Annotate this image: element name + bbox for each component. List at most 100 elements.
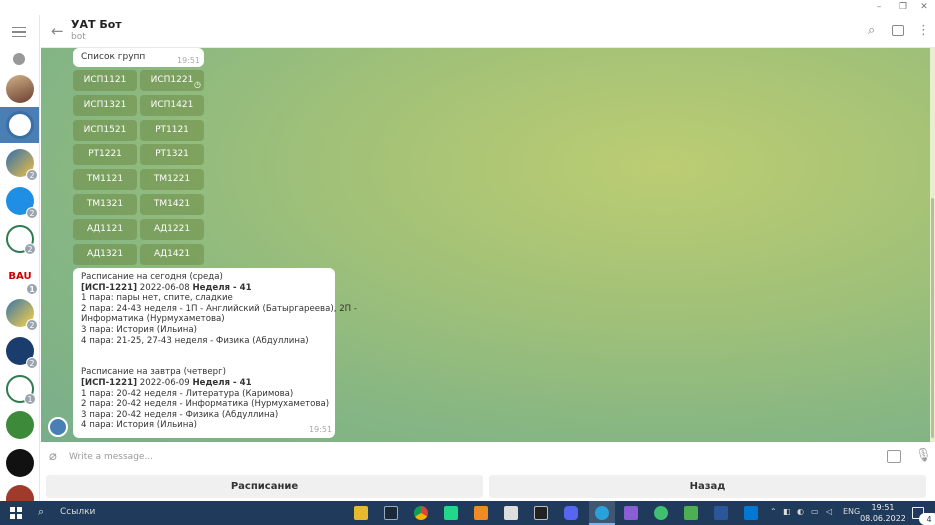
tray-icon[interactable]: ◧ (783, 507, 791, 516)
arrow-left-icon[interactable]: ← (51, 23, 64, 39)
language-indicator[interactable]: ENG (843, 507, 860, 516)
today-header: Расписание на сегодня (среда) (81, 272, 223, 282)
inline-keyboard-button[interactable]: ИСП1421 (140, 94, 204, 116)
back-reply-button[interactable]: Назад (489, 475, 926, 498)
unread-badge: 1 (24, 393, 36, 405)
inline-keyboard-button[interactable]: АД1321 (73, 243, 137, 265)
word-icon[interactable] (714, 506, 728, 520)
search-icon[interactable]: ⌕ (38, 505, 44, 519)
chat-avatar-7[interactable]: 2 (6, 299, 38, 331)
visual-studio-icon[interactable] (624, 506, 638, 520)
chat-avatar-5[interactable]: 2 (6, 225, 36, 255)
window-controls: – ❐ ✕ (0, 0, 935, 15)
lesson-line: 2 пара: 20-42 неделя - Информатика (Нурм… (81, 399, 330, 410)
microphone-icon[interactable]: 🎙 (915, 448, 932, 463)
inline-keyboard-button[interactable]: ТМ1321 (73, 194, 137, 215)
chevron-up-icon[interactable]: ⌃ (770, 507, 777, 516)
chat-avatar-10[interactable] (6, 411, 34, 439)
more-vertical-icon[interactable]: ⋮ (917, 23, 930, 39)
chat-avatar-12[interactable] (6, 485, 34, 501)
unread-badge: 2 (26, 319, 38, 331)
pycharm-icon[interactable] (444, 506, 458, 520)
message-input[interactable] (69, 448, 859, 466)
app-icon[interactable] (504, 506, 518, 520)
file-explorer-icon[interactable] (354, 506, 368, 520)
inline-keyboard-button[interactable]: ТМ1221 (140, 169, 204, 191)
unread-badge: 2 (24, 243, 36, 255)
chat-avatar-uat-bot[interactable] (6, 111, 34, 139)
chat-avatar-9[interactable]: 1 (6, 375, 36, 405)
app-icon-2[interactable] (684, 506, 698, 520)
tomorrow-header: Расписание на завтра (четверг) (81, 367, 226, 378)
group-list-message: Список групп 19:51 (73, 48, 204, 67)
group-code: [ИСП-1221] (81, 282, 138, 293)
message-composer: ⌀ 🎙 (41, 442, 935, 472)
windows-start-icon[interactable] (10, 507, 22, 519)
inline-keyboard-button[interactable]: ИСП1321 (73, 94, 137, 116)
schedule-reply-button[interactable]: Расписание (46, 475, 483, 498)
lesson-line: 3 пара: 20-42 неделя - Физика (Абдуллина… (81, 409, 279, 420)
network-icon[interactable]: ▭ (811, 507, 819, 516)
chat-avatar-3[interactable]: 2 (6, 149, 38, 181)
media-icon[interactable] (744, 506, 758, 520)
inline-keyboard-button[interactable]: ТМ1421 (140, 194, 204, 215)
sidebar-icon[interactable] (892, 25, 904, 36)
chat-messages-area: Список групп 19:51 ИСП1121 ИСП1221 ◷ ИСП132… (41, 48, 930, 442)
windows-taskbar: ⌕ Ссылки ⌃ ◧ ◐ ▭ ◁ ENG 19:51 08.06.2022 … (0, 501, 935, 525)
inline-keyboard-button[interactable]: АД1221 (140, 218, 204, 240)
chat-scrollbar[interactable] (930, 48, 935, 442)
inline-keyboard-button[interactable]: АД1421 (140, 243, 204, 265)
notifications-count: 4 (919, 513, 935, 525)
telegram-icon[interactable] (595, 506, 609, 520)
chat-avatar-8[interactable]: 2 (6, 337, 38, 369)
inline-keyboard-button[interactable]: ИСП1521 (73, 119, 137, 141)
volume-icon[interactable]: ◁ (826, 507, 832, 516)
chat-avatar-4[interactable]: 2 (6, 187, 38, 219)
chat-avatar-6[interactable]: BAU 1 (6, 263, 38, 295)
unread-badge: 2 (26, 357, 38, 369)
paperclip-icon[interactable]: ⌀ (49, 449, 57, 464)
chat-title[interactable]: УАТ Бот (71, 18, 122, 31)
sublime-icon[interactable] (474, 506, 488, 520)
bot-avatar[interactable] (48, 417, 68, 437)
taskbar-search[interactable]: Ссылки (60, 507, 95, 517)
terminal-icon[interactable] (534, 506, 548, 520)
app-green-icon[interactable] (654, 506, 668, 520)
chat-avatar-11[interactable] (6, 449, 34, 477)
lesson-line: 2 пара: 24-43 неделя - 1П - Английский (… (81, 303, 357, 314)
today-info: [ИСП-1221] 2022-06-08 Неделя - 41 (81, 283, 327, 294)
date: 2022-06-08 (137, 282, 193, 293)
scroll-thumb[interactable] (931, 198, 934, 438)
close-button[interactable]: ✕ (917, 1, 931, 14)
chat-avatar-1[interactable] (6, 75, 34, 103)
tray-icon[interactable]: ◐ (797, 507, 804, 516)
message-time: 19:51 (309, 425, 333, 434)
pending-clock-icon: ◷ (194, 80, 201, 89)
unread-badge: 2 (26, 169, 38, 181)
clock-date: 08.06.2022 (860, 514, 906, 523)
clock[interactable]: 19:51 08.06.2022 (860, 502, 906, 524)
discord-icon[interactable] (564, 506, 578, 520)
group-code: [ИСП-1221] (81, 377, 138, 388)
lesson-line: 1 пара: 20-42 неделя - Литература (Карим… (81, 388, 294, 399)
restore-button[interactable]: ❐ (896, 1, 910, 14)
message-text: Список групп (81, 52, 146, 62)
steam-icon[interactable] (384, 506, 398, 520)
keyboard-toggle-icon[interactable] (887, 450, 901, 463)
minimize-button[interactable]: – (872, 1, 886, 14)
inline-keyboard-button[interactable]: АД1121 (73, 218, 137, 240)
schedule-message: Расписание на сегодня (среда) [ИСП-1221]… (73, 268, 357, 438)
lesson-line: 3 пара: История (Ильина) (81, 324, 197, 335)
chrome-icon[interactable] (414, 506, 428, 520)
inline-keyboard-button[interactable]: ТМ1121 (73, 169, 137, 191)
inline-keyboard-button[interactable]: РТ1321 (140, 144, 204, 166)
archive-icon[interactable] (13, 53, 25, 65)
inline-keyboard-button[interactable]: ИСП1121 (73, 70, 137, 91)
chat-subtitle: bot (71, 32, 86, 42)
inline-keyboard-button[interactable]: РТ1221 (73, 144, 137, 166)
inline-keyboard-button[interactable]: РТ1121 (140, 119, 204, 141)
hamburger-menu-icon[interactable] (12, 27, 26, 37)
inline-keyboard-button[interactable]: ИСП1221 ◷ (140, 70, 204, 91)
search-icon[interactable]: ⌕ (868, 23, 875, 39)
reply-keyboard: Расписание Назад (41, 472, 935, 501)
